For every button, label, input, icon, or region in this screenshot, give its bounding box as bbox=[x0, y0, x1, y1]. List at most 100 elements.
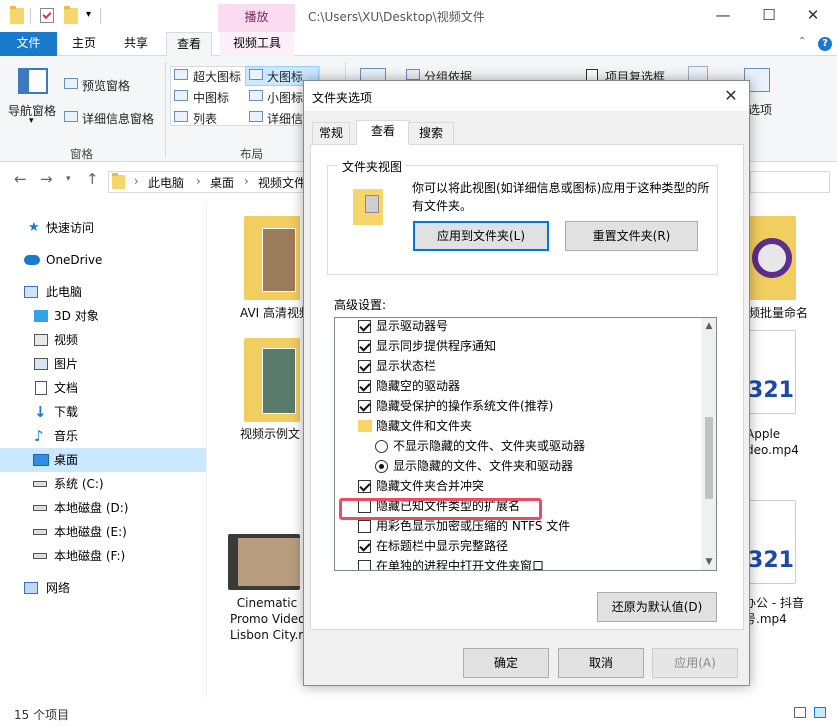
sidebar-item-drive-c[interactable]: 系统 (C:) bbox=[0, 472, 206, 496]
back-arrow-icon[interactable]: ← bbox=[14, 170, 27, 188]
sidebar-item-label: 本地磁盘 (D:) bbox=[54, 501, 129, 515]
checkbox[interactable] bbox=[358, 320, 371, 333]
sidebar-item-videos[interactable]: 视频 bbox=[0, 328, 206, 352]
file-name[interactable]: Apple deo.mp4 bbox=[746, 426, 799, 458]
breadcrumb-desktop[interactable]: 桌面 bbox=[210, 174, 234, 191]
file-thumbnail-folder[interactable] bbox=[244, 216, 300, 300]
file-name[interactable]: 频批量命名 bbox=[748, 305, 808, 321]
advanced-option[interactable]: 显示同步提供程序通知 bbox=[335, 336, 699, 356]
quick-access-dropdown-icon[interactable]: ▾ bbox=[86, 9, 91, 20]
file-name[interactable]: 视频示例文 bbox=[240, 426, 306, 442]
help-icon[interactable]: ? bbox=[818, 37, 832, 51]
sidebar-item-drive-d[interactable]: 本地磁盘 (D:) bbox=[0, 496, 206, 520]
layout-list[interactable]: 列表 bbox=[193, 110, 217, 127]
layout-extra-large-icons[interactable]: 超大图标 bbox=[193, 68, 241, 85]
ok-button[interactable]: 确定 bbox=[463, 648, 549, 678]
drive-icon bbox=[33, 529, 47, 535]
advanced-option[interactable]: 在标题栏中显示完整路径 bbox=[335, 536, 699, 556]
pane-divider bbox=[206, 201, 207, 698]
cancel-button[interactable]: 取消 bbox=[558, 648, 644, 678]
checkbox[interactable] bbox=[358, 520, 371, 533]
preview-pane-button[interactable]: 预览窗格 bbox=[82, 77, 130, 94]
sidebar-item-downloads[interactable]: ↓ 下载 bbox=[0, 400, 206, 424]
checkbox[interactable] bbox=[358, 480, 371, 493]
scrollbar-thumb[interactable] bbox=[705, 417, 713, 499]
navigation-pane-icon[interactable] bbox=[18, 68, 48, 94]
breadcrumb-this-pc[interactable]: 此电脑 bbox=[148, 174, 184, 191]
file-name[interactable]: Cinematic Promo Video Lisbon City.m bbox=[230, 595, 304, 643]
forward-arrow-icon[interactable]: → bbox=[40, 170, 53, 188]
checkbox[interactable] bbox=[358, 540, 371, 553]
breadcrumb-video-files[interactable]: 视频文件 bbox=[258, 174, 304, 191]
sidebar-item-3d-objects[interactable]: 3D 对象 bbox=[0, 304, 206, 328]
recent-locations-icon[interactable]: ▾ bbox=[66, 174, 71, 184]
sidebar-item-documents[interactable]: 文档 bbox=[0, 376, 206, 400]
checkbox[interactable] bbox=[358, 400, 371, 413]
sidebar-item-quick-access[interactable]: ★ 快速访问 bbox=[0, 216, 206, 240]
apply-button[interactable]: 应用(A) bbox=[652, 648, 738, 678]
up-arrow-icon[interactable]: ↑ bbox=[86, 170, 99, 188]
sidebar-item-this-pc[interactable]: 此电脑 bbox=[0, 280, 206, 304]
large-icons-view-icon[interactable] bbox=[814, 707, 826, 718]
ribbon-tabs: 文件 主页 共享 查看 视频工具 ⌃ ? bbox=[0, 32, 837, 57]
radio-button[interactable] bbox=[375, 460, 388, 473]
layout-medium-icons[interactable]: 中图标 bbox=[193, 89, 229, 106]
advanced-option[interactable]: 显示隐藏的文件、文件夹和驱动器 bbox=[335, 456, 699, 476]
details-view-icon[interactable] bbox=[794, 707, 806, 718]
radio-button[interactable] bbox=[375, 440, 388, 453]
file-thumbnail-folder[interactable] bbox=[748, 216, 796, 300]
advanced-option[interactable]: 显示驱动器号 bbox=[335, 318, 699, 336]
tab-file[interactable]: 文件 bbox=[0, 32, 57, 56]
advanced-option[interactable]: 在单独的进程中打开文件夹窗口 bbox=[335, 556, 699, 570]
minimize-button[interactable]: — bbox=[700, 4, 746, 28]
maximize-button[interactable]: ☐ bbox=[746, 4, 792, 28]
checkbox[interactable] bbox=[358, 340, 371, 353]
collapse-ribbon-icon[interactable]: ⌃ bbox=[798, 36, 806, 47]
tab-view[interactable]: 查看 bbox=[356, 120, 410, 145]
apply-to-folders-button[interactable]: 应用到文件夹(L) bbox=[413, 221, 549, 251]
properties-icon[interactable] bbox=[40, 8, 54, 23]
advanced-option[interactable]: 显示状态栏 bbox=[335, 356, 699, 376]
close-button[interactable]: ✕ bbox=[790, 4, 836, 28]
advanced-option[interactable]: 隐藏空的驱动器 bbox=[335, 376, 699, 396]
network-icon bbox=[24, 582, 38, 594]
details-pane-button[interactable]: 详细信息窗格 bbox=[82, 110, 154, 127]
sidebar-item-network[interactable]: 网络 bbox=[0, 576, 206, 600]
sidebar-item-onedrive[interactable]: OneDrive bbox=[0, 248, 206, 272]
tab-video-tools[interactable]: 视频工具 bbox=[220, 32, 294, 56]
sidebar-item-music[interactable]: ♪ 音乐 bbox=[0, 424, 206, 448]
file-thumbnail-folder[interactable] bbox=[244, 338, 300, 422]
sidebar-item-desktop[interactable]: 桌面 bbox=[0, 448, 206, 472]
file-thumbnail-video[interactable] bbox=[228, 534, 300, 590]
restore-defaults-button[interactable]: 还原为默认值(D) bbox=[597, 592, 717, 622]
advanced-option[interactable]: 不显示隐藏的文件、文件夹或驱动器 bbox=[335, 436, 699, 456]
checkbox[interactable] bbox=[358, 360, 371, 373]
file-thumbnail-media[interactable]: 321 bbox=[744, 330, 796, 414]
checkbox[interactable] bbox=[358, 560, 371, 570]
layout-large-icons[interactable]: 大图标 bbox=[267, 68, 303, 85]
tab-general[interactable]: 常规 bbox=[312, 122, 350, 144]
tab-view[interactable]: 查看 bbox=[166, 32, 212, 57]
tab-search[interactable]: 搜索 bbox=[408, 122, 454, 144]
new-folder-icon[interactable] bbox=[64, 6, 78, 24]
dialog-close-button[interactable]: ✕ bbox=[716, 83, 746, 109]
layout-small-icons[interactable]: 小图标 bbox=[267, 89, 303, 106]
scroll-down-icon[interactable]: ▼ bbox=[701, 554, 716, 570]
checkbox[interactable] bbox=[358, 380, 371, 393]
search-box[interactable] bbox=[750, 171, 830, 193]
advanced-option[interactable]: 隐藏文件夹合并冲突 bbox=[335, 476, 699, 496]
reset-folders-button[interactable]: 重置文件夹(R) bbox=[565, 221, 698, 251]
file-name[interactable]: AVI 高清视频 bbox=[240, 305, 306, 321]
sidebar-item-drive-f[interactable]: 本地磁盘 (F:) bbox=[0, 544, 206, 568]
folder-view-icon bbox=[353, 189, 383, 225]
sidebar-item-drive-e[interactable]: 本地磁盘 (E:) bbox=[0, 520, 206, 544]
advanced-option[interactable]: 隐藏受保护的操作系统文件(推荐) bbox=[335, 396, 699, 416]
file-name[interactable]: 办公 - 抖音 号.mp4 bbox=[744, 595, 804, 627]
tab-home[interactable]: 主页 bbox=[60, 32, 108, 56]
options-button[interactable]: 选项 bbox=[748, 101, 772, 118]
sidebar-item-pictures[interactable]: 图片 bbox=[0, 352, 206, 376]
scroll-up-icon[interactable]: ▲ bbox=[701, 318, 716, 334]
tab-share[interactable]: 共享 bbox=[112, 32, 160, 56]
play-context-tab[interactable]: 播放 bbox=[218, 4, 295, 32]
file-thumbnail-media[interactable]: 321 bbox=[744, 500, 796, 584]
